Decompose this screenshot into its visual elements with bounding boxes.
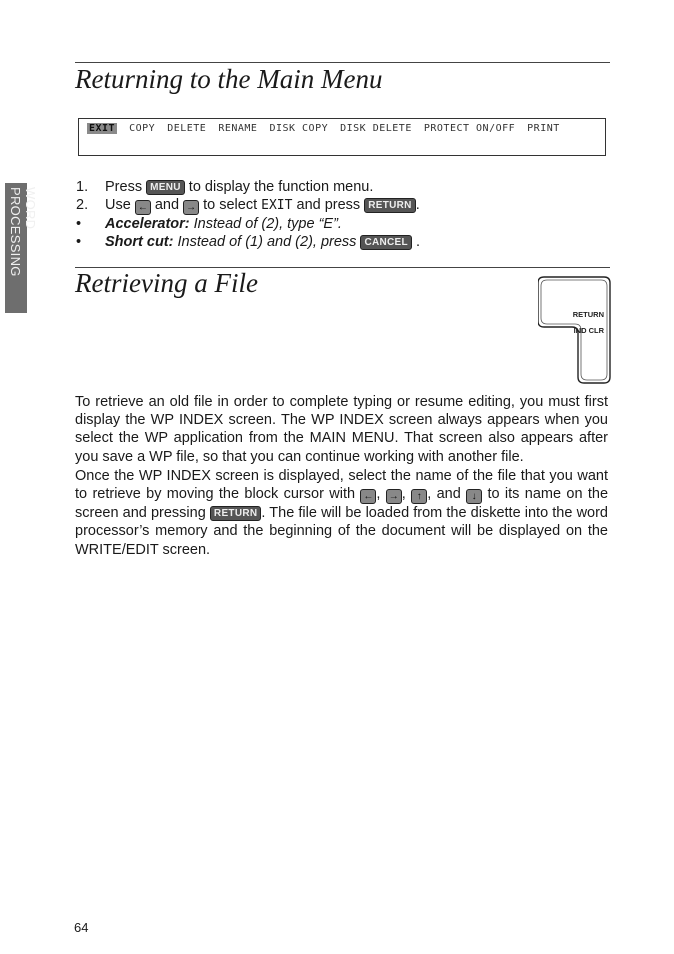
menu-key-icon: MENU [146,180,185,195]
function-menu-item-disk-copy[interactable]: DISK COPY [269,123,328,134]
return-key-illustration: RETURN IND CLR [537,275,612,390]
paragraph-2: Once the WP INDEX screen is displayed, s… [75,468,609,558]
return-key-icon: RETURN [209,506,262,522]
section-title-retrieving: Retrieving a File [75,268,258,298]
key-label-line2: IND CLR [574,326,605,335]
right-arrow-key-icon: → [385,489,402,505]
page-number: 64 [74,920,89,935]
side-tab-label: WORD PROCESSING [8,187,38,277]
return-key-shape: RETURN IND CLR [537,276,611,384]
step-2: 2. Use ← and → to select EXIT and press … [76,197,420,215]
top-rule [75,62,610,63]
key-label-line1: RETURN [573,310,604,319]
paragraph-1: To retrieve an old file in order to comp… [75,394,608,465]
return-key-icon: RETURN [364,198,416,213]
function-menu-item-copy[interactable]: COPY [129,123,155,134]
function-menu-item-rename[interactable]: RENAME [218,123,257,134]
steps-list: 1. Press MENU to display the function me… [76,178,420,251]
function-menu-item-delete[interactable]: DELETE [167,123,206,134]
tip-accelerator: • Accelerator: Instead of (2), type “E”. [76,216,342,232]
left-arrow-key-icon: ← [134,200,151,215]
function-menu-item-disk-delete[interactable]: DISK DELETE [340,123,412,134]
cancel-key-icon: CANCEL [360,235,412,250]
function-menu-box: EXIT COPY DELETE RENAME DISK COPY DISK D… [78,118,606,156]
function-menu-items: EXIT COPY DELETE RENAME DISK COPY DISK D… [87,123,560,134]
right-arrow-key-icon: → [183,200,200,215]
down-arrow-key-icon: ↓ [466,489,483,505]
section-title-main-menu: Returning to the Main Menu [75,64,383,94]
left-arrow-key-icon: ← [360,489,377,505]
side-tab: WORD PROCESSING [5,183,38,313]
function-menu-item-print[interactable]: PRINT [527,123,560,134]
up-arrow-key-icon: ↑ [411,489,428,505]
function-menu-item-protect[interactable]: PROTECT ON/OFF [424,123,515,134]
function-menu-item-exit[interactable]: EXIT [87,123,118,134]
step-1: 1. Press MENU to display the function me… [76,179,374,195]
tip-shortcut: • Short cut: Instead of (1) and (2), pre… [76,234,420,250]
